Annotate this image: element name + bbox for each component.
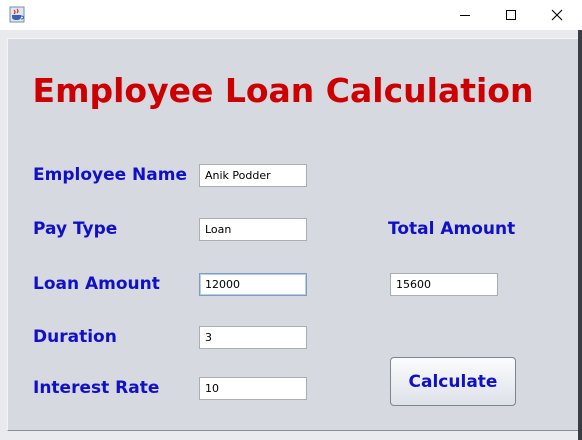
loan-amount-field[interactable]: 12000 — [199, 273, 307, 296]
page-title: Employee Loan Calculation — [32, 71, 534, 110]
calculate-button-label: Calculate — [408, 371, 498, 392]
loan-amount-label: Loan Amount — [33, 274, 160, 294]
pay-type-label: Pay Type — [33, 219, 118, 239]
interest-rate-field[interactable]: 10 — [199, 377, 307, 400]
java-coffee-cup-icon — [9, 6, 25, 23]
duration-field[interactable]: 3 — [199, 326, 307, 349]
window-bottom-edge — [0, 432, 578, 440]
title-bar[interactable] — [0, 0, 582, 30]
close-icon — [551, 6, 563, 25]
maximize-icon — [505, 6, 517, 25]
minimize-icon — [459, 6, 471, 25]
total-amount-field[interactable]: 15600 — [390, 273, 498, 296]
total-amount-label: Total Amount — [388, 219, 516, 239]
employee-name-label: Employee Name — [33, 165, 188, 185]
interest-rate-label: Interest Rate — [33, 378, 160, 398]
employee-name-field[interactable]: Anik Podder — [199, 164, 307, 187]
minimize-button[interactable] — [442, 0, 488, 30]
maximize-button[interactable] — [488, 0, 534, 30]
calculate-button[interactable]: Calculate — [390, 357, 516, 406]
close-button[interactable] — [534, 0, 580, 30]
pay-type-field[interactable]: Loan — [199, 218, 307, 241]
app-window: Employee Loan Calculation Employee Name … — [0, 0, 582, 440]
window-edge — [578, 30, 582, 440]
duration-label: Duration — [33, 327, 117, 347]
